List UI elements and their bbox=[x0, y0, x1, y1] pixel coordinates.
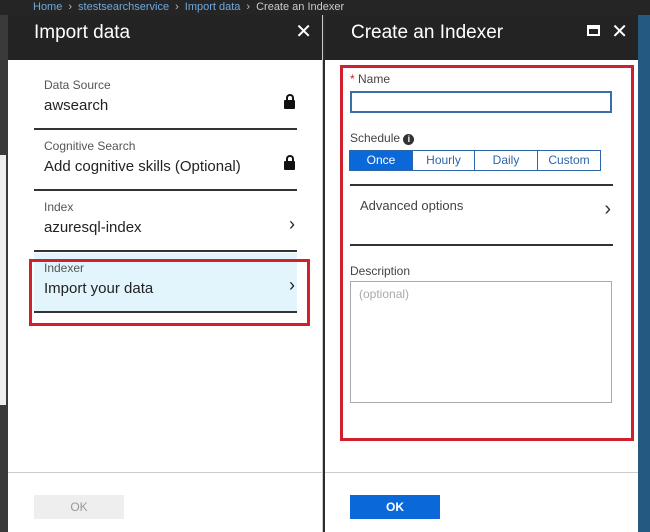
blade-title: Create an Indexer bbox=[351, 22, 504, 43]
blade-header: Create an Indexer ✕ bbox=[325, 15, 638, 60]
step-cognitive-search[interactable]: Cognitive Search Add cognitive skills (Op… bbox=[34, 131, 297, 191]
blade-header: Import data ✕ bbox=[8, 15, 322, 60]
close-icon[interactable]: ✕ bbox=[295, 19, 312, 44]
lock-icon bbox=[284, 155, 295, 170]
step-title: Index bbox=[44, 200, 74, 214]
close-icon[interactable]: ✕ bbox=[611, 19, 628, 44]
breadcrumb-import-data[interactable]: Import data bbox=[185, 1, 241, 13]
step-title: Cognitive Search bbox=[44, 139, 136, 153]
breadcrumb-service[interactable]: stestsearchservice bbox=[78, 1, 169, 13]
ok-button[interactable]: OK bbox=[350, 495, 440, 519]
blade-title: Import data bbox=[34, 22, 131, 43]
background-strip bbox=[0, 15, 8, 532]
footer-divider bbox=[8, 472, 322, 473]
breadcrumb: Home › stestsearchservice › Import data › Crea… bbox=[0, 0, 650, 15]
lock-icon bbox=[284, 94, 295, 109]
highlight-box bbox=[340, 65, 634, 441]
step-data-source[interactable]: Data Source awsearch bbox=[34, 70, 297, 130]
footer-divider bbox=[325, 472, 638, 473]
step-index[interactable]: Index azuresql-index › bbox=[34, 192, 297, 252]
chevron-right-icon: › bbox=[289, 214, 295, 234]
breadcrumb-home[interactable]: Home bbox=[33, 1, 62, 13]
highlight-box bbox=[29, 259, 310, 326]
background-strip-right bbox=[638, 15, 650, 532]
breadcrumb-current: Create an Indexer bbox=[256, 1, 345, 13]
step-value: Add cognitive skills (Optional) bbox=[44, 158, 241, 175]
import-data-blade: Import data ✕ Data Source awsearch Cogniti… bbox=[8, 15, 323, 532]
step-value: azuresql-index bbox=[44, 219, 142, 236]
step-title: Data Source bbox=[44, 78, 111, 92]
step-value: awsearch bbox=[44, 97, 109, 114]
create-indexer-blade: Create an Indexer ✕ * Name Schedule i Onc… bbox=[325, 15, 638, 532]
maximize-icon[interactable] bbox=[587, 25, 600, 36]
ok-button-disabled[interactable]: OK bbox=[34, 495, 124, 519]
